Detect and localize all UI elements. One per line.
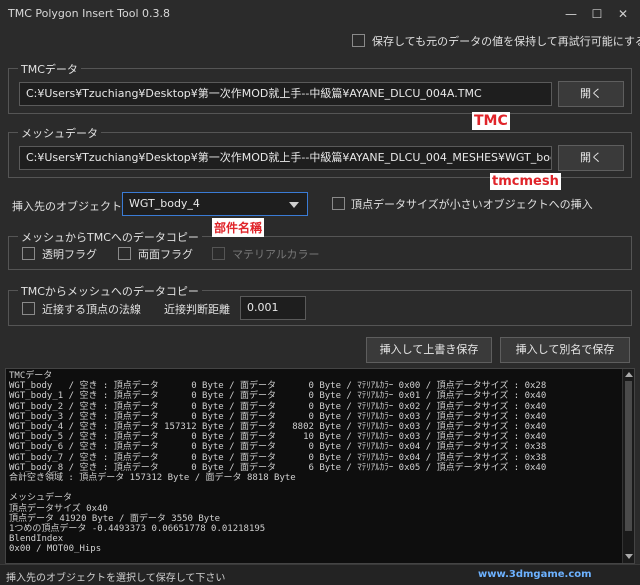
proximity-threshold-input[interactable]: 0.001 <box>240 296 306 320</box>
material-color-checkbox[interactable] <box>212 247 225 260</box>
tmc-data-legend: TMCデータ <box>18 61 81 77</box>
insert-overwrite-button[interactable]: 挿入して上書き保存 <box>366 337 492 363</box>
retain-values-checkbox[interactable] <box>352 34 365 47</box>
mesh-data-legend: メッシュデータ <box>18 125 101 141</box>
double-sided-flag-checkbox[interactable] <box>118 247 131 260</box>
watermark: www.3dmgame.com <box>478 569 592 580</box>
small-vertex-insert-checkbox[interactable] <box>332 197 345 210</box>
log-text: TMCデータ WGT_body / 空き : 頂点データ 0 Byte / 面デ… <box>9 371 547 555</box>
annotation-tmc: TMC <box>472 112 510 130</box>
proximity-threshold-label: 近接判断距離 <box>164 303 230 316</box>
annotation-tmcmesh: tmcmesh <box>490 173 561 190</box>
log-output[interactable]: TMCデータ WGT_body / 空き : 頂点データ 0 Byte / 面デ… <box>5 368 635 564</box>
scroll-up-icon[interactable] <box>625 372 633 377</box>
log-scrollbar[interactable] <box>622 369 634 563</box>
neighbor-normal-checkbox[interactable] <box>22 302 35 315</box>
retain-values-label: 保存しても元のデータの値を保持して再試行可能にする <box>372 35 640 48</box>
insert-save-as-button[interactable]: 挿入して別名で保存 <box>500 337 630 363</box>
close-icon[interactable]: ✕ <box>612 4 634 24</box>
chevron-down-icon <box>289 202 299 208</box>
minimize-icon[interactable]: — <box>560 4 582 24</box>
transparent-flag-label: 透明フラグ <box>42 248 97 261</box>
target-object-value: WGT_body_4 <box>129 197 200 210</box>
neighbor-normal-label: 近接する頂点の法線 <box>42 303 141 316</box>
title-bar: TMC Polygon Insert Tool 0.3.8 — ☐ ✕ <box>0 0 640 28</box>
tmc-path-input[interactable]: C:¥Users¥Tzuchiang¥Desktop¥第一次作MOD就上手--中… <box>19 82 552 106</box>
tmc-to-mesh-legend: TMCからメッシュへのデータコピー <box>18 283 202 299</box>
transparent-flag-checkbox[interactable] <box>22 247 35 260</box>
mesh-path-input[interactable]: C:¥Users¥Tzuchiang¥Desktop¥第一次作MOD就上手--中… <box>19 146 552 170</box>
target-object-select[interactable]: WGT_body_4 <box>122 192 308 216</box>
tmc-open-button[interactable]: 開く <box>558 81 624 107</box>
scroll-thumb[interactable] <box>625 381 632 531</box>
small-vertex-insert-label: 頂点データサイズが小さいオブジェクトへの挿入 <box>351 198 593 211</box>
window-title: TMC Polygon Insert Tool 0.3.8 <box>8 7 171 20</box>
annotation-part-name: 部件名稱 <box>212 218 265 237</box>
status-text: 挿入先のオブジェクトを選択して保存して下さい <box>6 573 226 584</box>
mesh-to-tmc-legend: メッシュからTMCへのデータコピー <box>18 229 202 245</box>
mesh-open-button[interactable]: 開く <box>558 145 624 171</box>
material-color-label: マテリアルカラー <box>232 248 320 261</box>
status-bar: 挿入先のオブジェクトを選択して保存して下さい www.3dmgame.com <box>0 564 640 585</box>
scroll-down-icon[interactable] <box>625 554 633 559</box>
double-sided-flag-label: 両面フラグ <box>138 248 193 261</box>
target-object-label: 挿入先のオブジェクト <box>12 200 122 213</box>
maximize-icon[interactable]: ☐ <box>586 4 608 24</box>
